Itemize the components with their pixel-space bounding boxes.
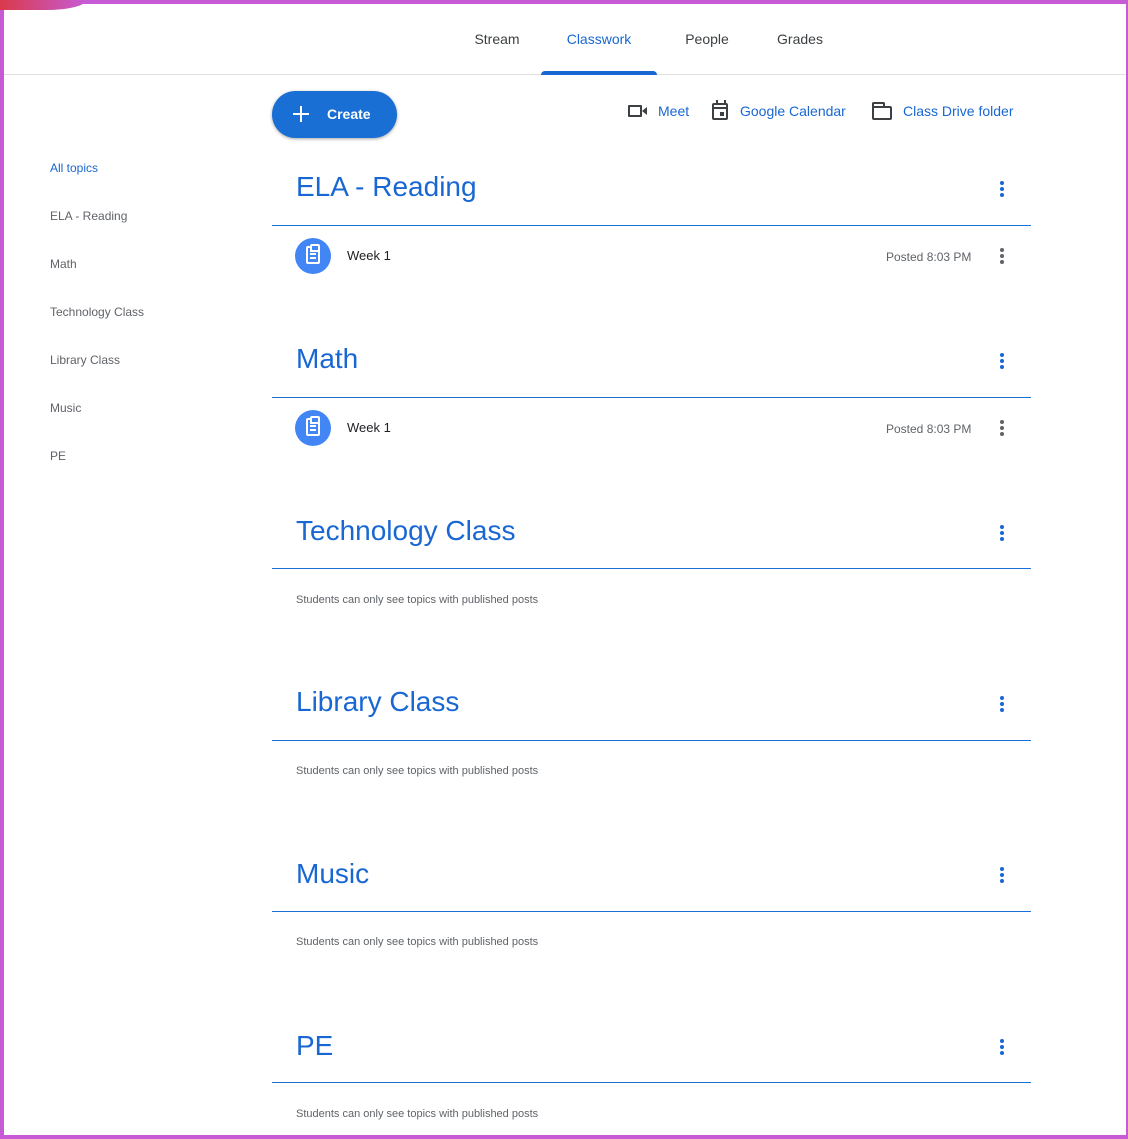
topic-more-options-icon[interactable] bbox=[996, 695, 1008, 713]
tab-grades[interactable]: Grades bbox=[765, 4, 835, 74]
topic-title[interactable]: Math bbox=[296, 343, 358, 375]
sidebar-item-ela-reading[interactable]: ELA - Reading bbox=[50, 209, 127, 223]
topic-divider bbox=[272, 1082, 1031, 1083]
google-calendar-link[interactable]: Google Calendar bbox=[712, 99, 846, 122]
empty-topic-note: Students can only see topics with publis… bbox=[296, 765, 539, 777]
topic-more-options-icon[interactable] bbox=[996, 180, 1008, 198]
tab-people[interactable]: People bbox=[673, 4, 741, 74]
create-button-label: Create bbox=[327, 106, 371, 122]
class-drive-folder-link[interactable]: Class Drive folder bbox=[872, 100, 1013, 122]
tab-stream[interactable]: Stream bbox=[461, 4, 533, 74]
meet-link[interactable]: Meet bbox=[628, 100, 689, 122]
topic-more-options-icon[interactable] bbox=[996, 524, 1008, 542]
item-posted-time: Posted 8:03 PM bbox=[886, 250, 972, 264]
topic-title[interactable]: ELA - Reading bbox=[296, 171, 477, 203]
sidebar-item-math[interactable]: Math bbox=[50, 257, 77, 271]
topic-more-options-icon[interactable] bbox=[996, 352, 1008, 370]
empty-topic-note: Students can only see topics with publis… bbox=[296, 1108, 539, 1120]
sidebar-item-pe[interactable]: PE bbox=[50, 449, 66, 463]
google-calendar-link-label: Google Calendar bbox=[740, 103, 846, 119]
create-button[interactable]: Create bbox=[272, 91, 397, 138]
sidebar-item-technology-class[interactable]: Technology Class bbox=[50, 305, 144, 319]
topic-divider bbox=[272, 740, 1031, 741]
sidebar-item-all-topics[interactable]: All topics bbox=[50, 161, 98, 175]
item-title: Week 1 bbox=[347, 420, 391, 435]
calendar-icon bbox=[712, 99, 728, 120]
tab-classwork[interactable]: Classwork bbox=[541, 4, 657, 75]
classwork-item[interactable]: Week 1 Posted 8:03 PM bbox=[272, 408, 1031, 454]
folder-icon bbox=[872, 101, 892, 120]
sidebar-item-music[interactable]: Music bbox=[50, 401, 81, 415]
assignment-icon bbox=[295, 410, 331, 446]
meet-link-label: Meet bbox=[658, 103, 690, 119]
plus-icon bbox=[290, 103, 312, 125]
item-more-options-icon[interactable] bbox=[996, 247, 1008, 265]
topic-divider bbox=[272, 911, 1031, 912]
top-navigation-bar: Stream Classwork People Grades bbox=[4, 4, 1126, 75]
window-frame bbox=[0, 0, 1128, 1139]
assignment-icon bbox=[295, 238, 331, 274]
class-drive-folder-link-label: Class Drive folder bbox=[903, 103, 1014, 119]
topic-title[interactable]: Technology Class bbox=[296, 515, 515, 547]
item-more-options-icon[interactable] bbox=[996, 419, 1008, 437]
topic-divider bbox=[272, 397, 1031, 398]
empty-topic-note: Students can only see topics with publis… bbox=[296, 594, 539, 606]
topic-divider bbox=[272, 225, 1031, 226]
classwork-item[interactable]: Week 1 Posted 8:03 PM bbox=[272, 236, 1031, 282]
topic-divider bbox=[272, 568, 1031, 569]
topic-title[interactable]: PE bbox=[296, 1030, 333, 1062]
topic-more-options-icon[interactable] bbox=[996, 866, 1008, 884]
topic-title[interactable]: Music bbox=[296, 858, 369, 890]
item-posted-time: Posted 8:03 PM bbox=[886, 422, 972, 436]
sidebar-item-library-class[interactable]: Library Class bbox=[50, 353, 120, 367]
item-title: Week 1 bbox=[347, 248, 391, 263]
topic-more-options-icon[interactable] bbox=[996, 1038, 1008, 1056]
empty-topic-note: Students can only see topics with publis… bbox=[296, 936, 539, 948]
video-camera-icon bbox=[628, 104, 648, 118]
topic-title[interactable]: Library Class bbox=[296, 686, 459, 718]
